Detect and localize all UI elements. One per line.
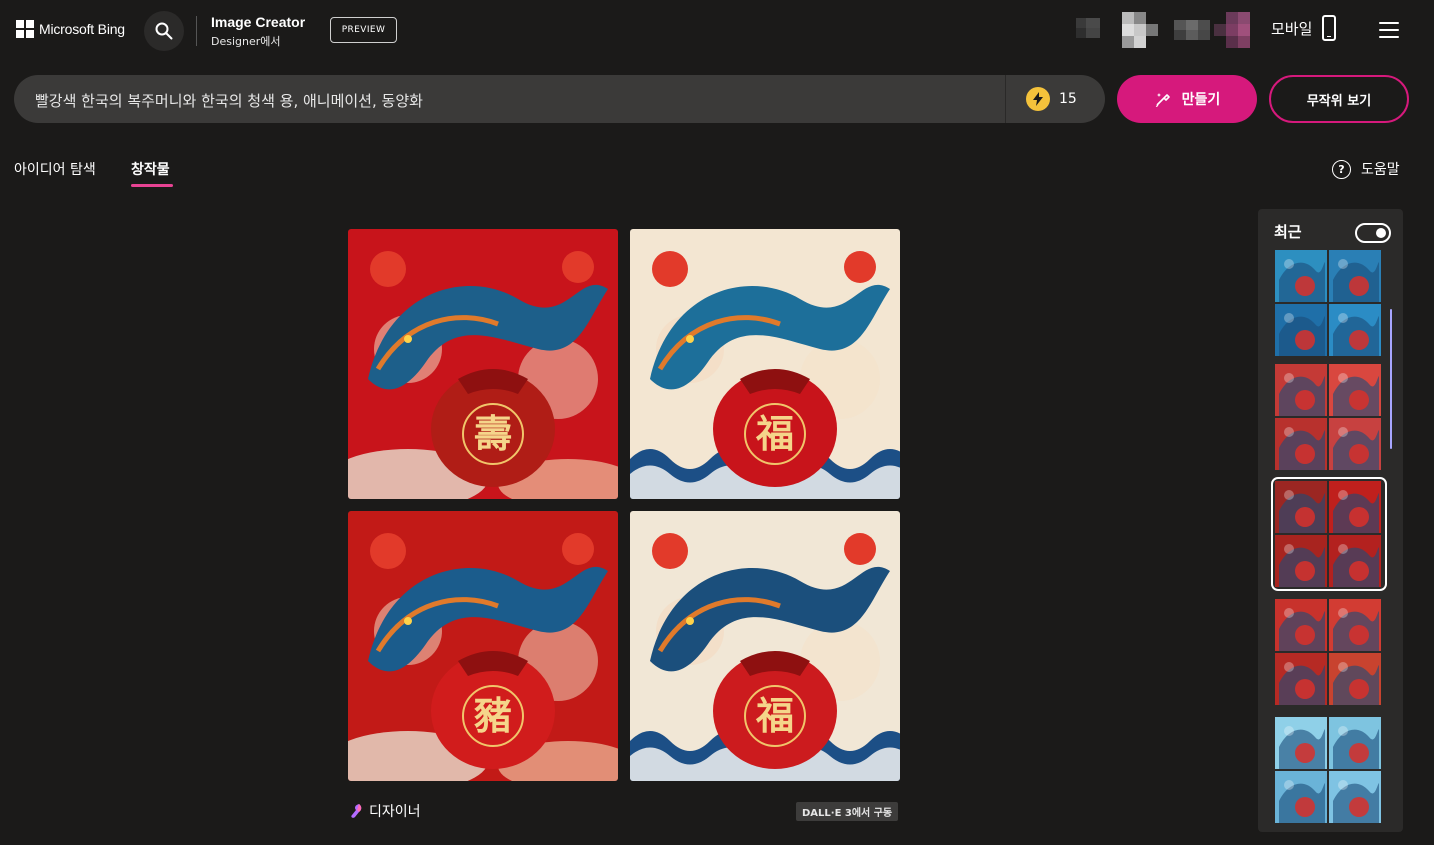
tab-label: 창작물 (131, 162, 170, 178)
recent-title: 최근 (1274, 223, 1302, 241)
svg-text:壽: 壽 (474, 412, 512, 456)
help-label: 도움말 (1361, 162, 1400, 178)
recent-thumbnail[interactable] (1275, 418, 1327, 470)
surprise-me-button[interactable]: 무작위 보기 (1269, 75, 1409, 123)
designer-link[interactable]: 디자이너 (350, 801, 421, 821)
recent-thumbnail[interactable] (1275, 599, 1327, 651)
boost-counter[interactable]: 15 (1026, 87, 1077, 111)
question-mark-icon: ? (1332, 159, 1351, 179)
recent-group-1[interactable] (1275, 250, 1383, 356)
active-tab-indicator (131, 184, 173, 187)
recent-thumbnail[interactable] (1275, 364, 1327, 416)
recent-thumbnail[interactable] (1329, 364, 1381, 416)
designer-label: 디자이너 (369, 804, 421, 820)
prompt-input-container[interactable]: 빨강색 한국의 복주머니와 한국의 청색 용, 애니메이션, 동양화 15 (14, 75, 1105, 123)
recent-thumbnail[interactable] (1329, 535, 1381, 587)
generated-image-4[interactable]: 福 (630, 511, 900, 781)
app-title: Image Creator (211, 14, 306, 30)
search-icon (155, 22, 173, 40)
recent-thumbnail[interactable] (1275, 304, 1327, 356)
pixelated-account-info[interactable] (1076, 12, 1160, 48)
recent-thumbnail[interactable] (1275, 535, 1327, 587)
recent-thumbnail[interactable] (1329, 304, 1381, 356)
tab-creations[interactable]: 창작물 (131, 159, 170, 179)
search-button[interactable] (144, 11, 184, 51)
generated-image-2[interactable]: 福 (630, 229, 900, 499)
prompt-input[interactable]: 빨강색 한국의 복주머니와 한국의 청색 용, 애니메이션, 동양화 (35, 90, 423, 111)
recent-thumbnail[interactable] (1329, 481, 1381, 533)
recent-toggle-switch[interactable] (1355, 223, 1391, 243)
create-button[interactable]: 만들기 (1117, 75, 1257, 123)
prompt-divider (1005, 75, 1006, 123)
mobile-link[interactable]: 모바일 (1271, 15, 1337, 41)
recent-group-5[interactable] (1275, 717, 1383, 823)
recent-thumbnail[interactable] (1275, 771, 1327, 823)
recent-thumbnail[interactable] (1329, 418, 1381, 470)
header-divider (196, 16, 197, 46)
recent-thumbnail[interactable] (1275, 717, 1327, 769)
brush-sparkle-icon (1155, 93, 1170, 107)
surprise-me-label: 무작위 보기 (1306, 93, 1372, 109)
boost-count: 15 (1059, 91, 1077, 107)
mobile-label: 모바일 (1271, 19, 1313, 38)
recent-thumbnail[interactable] (1275, 481, 1327, 533)
generated-image-3[interactable]: 豬 (348, 511, 618, 781)
recent-thumbnail[interactable] (1329, 717, 1381, 769)
lightning-bolt-icon (1026, 87, 1050, 111)
generated-image-1[interactable]: 壽 (348, 229, 618, 499)
recent-group-4[interactable] (1275, 599, 1383, 705)
recent-creations-panel: 최근 (1258, 209, 1403, 832)
designer-logo-icon (351, 804, 362, 818)
mobile-phone-icon (1322, 15, 1337, 41)
tab-explore-ideas[interactable]: 아이디어 탐색 (14, 159, 96, 179)
recent-group-2[interactable] (1275, 364, 1383, 470)
svg-text:豬: 豬 (474, 694, 512, 738)
logo-text: Microsoft Bing (39, 21, 125, 37)
top-bar: Microsoft Bing Image Creator Designer에서 … (0, 0, 1434, 60)
recent-thumbnail[interactable] (1275, 250, 1327, 302)
svg-text:福: 福 (755, 412, 794, 456)
microsoft-logo-icon (16, 20, 34, 38)
bing-logo[interactable]: Microsoft Bing (16, 20, 125, 38)
recent-scrollbar[interactable] (1390, 309, 1392, 449)
app-subtitle: Designer에서 (211, 35, 281, 48)
recent-thumbnail[interactable] (1329, 771, 1381, 823)
pixelated-reward-info[interactable] (1174, 12, 1260, 48)
preview-badge: PREVIEW (330, 17, 397, 43)
recent-group-3[interactable] (1271, 477, 1387, 591)
recent-thumbnail[interactable] (1275, 653, 1327, 705)
svg-text:福: 福 (755, 694, 794, 738)
recent-thumbnail[interactable] (1329, 250, 1381, 302)
powered-by-dalle-badge: DALL·E 3에서 구동 (796, 802, 899, 821)
tab-label: 아이디어 탐색 (14, 162, 96, 178)
create-button-label: 만들기 (1181, 92, 1221, 108)
help-link[interactable]: ? 도움말 (1332, 159, 1400, 179)
recent-thumbnail[interactable] (1329, 653, 1381, 705)
hamburger-menu-icon[interactable] (1379, 22, 1399, 38)
recent-thumbnail[interactable] (1329, 599, 1381, 651)
image-creator-brand[interactable]: Image Creator Designer에서 (211, 14, 305, 49)
